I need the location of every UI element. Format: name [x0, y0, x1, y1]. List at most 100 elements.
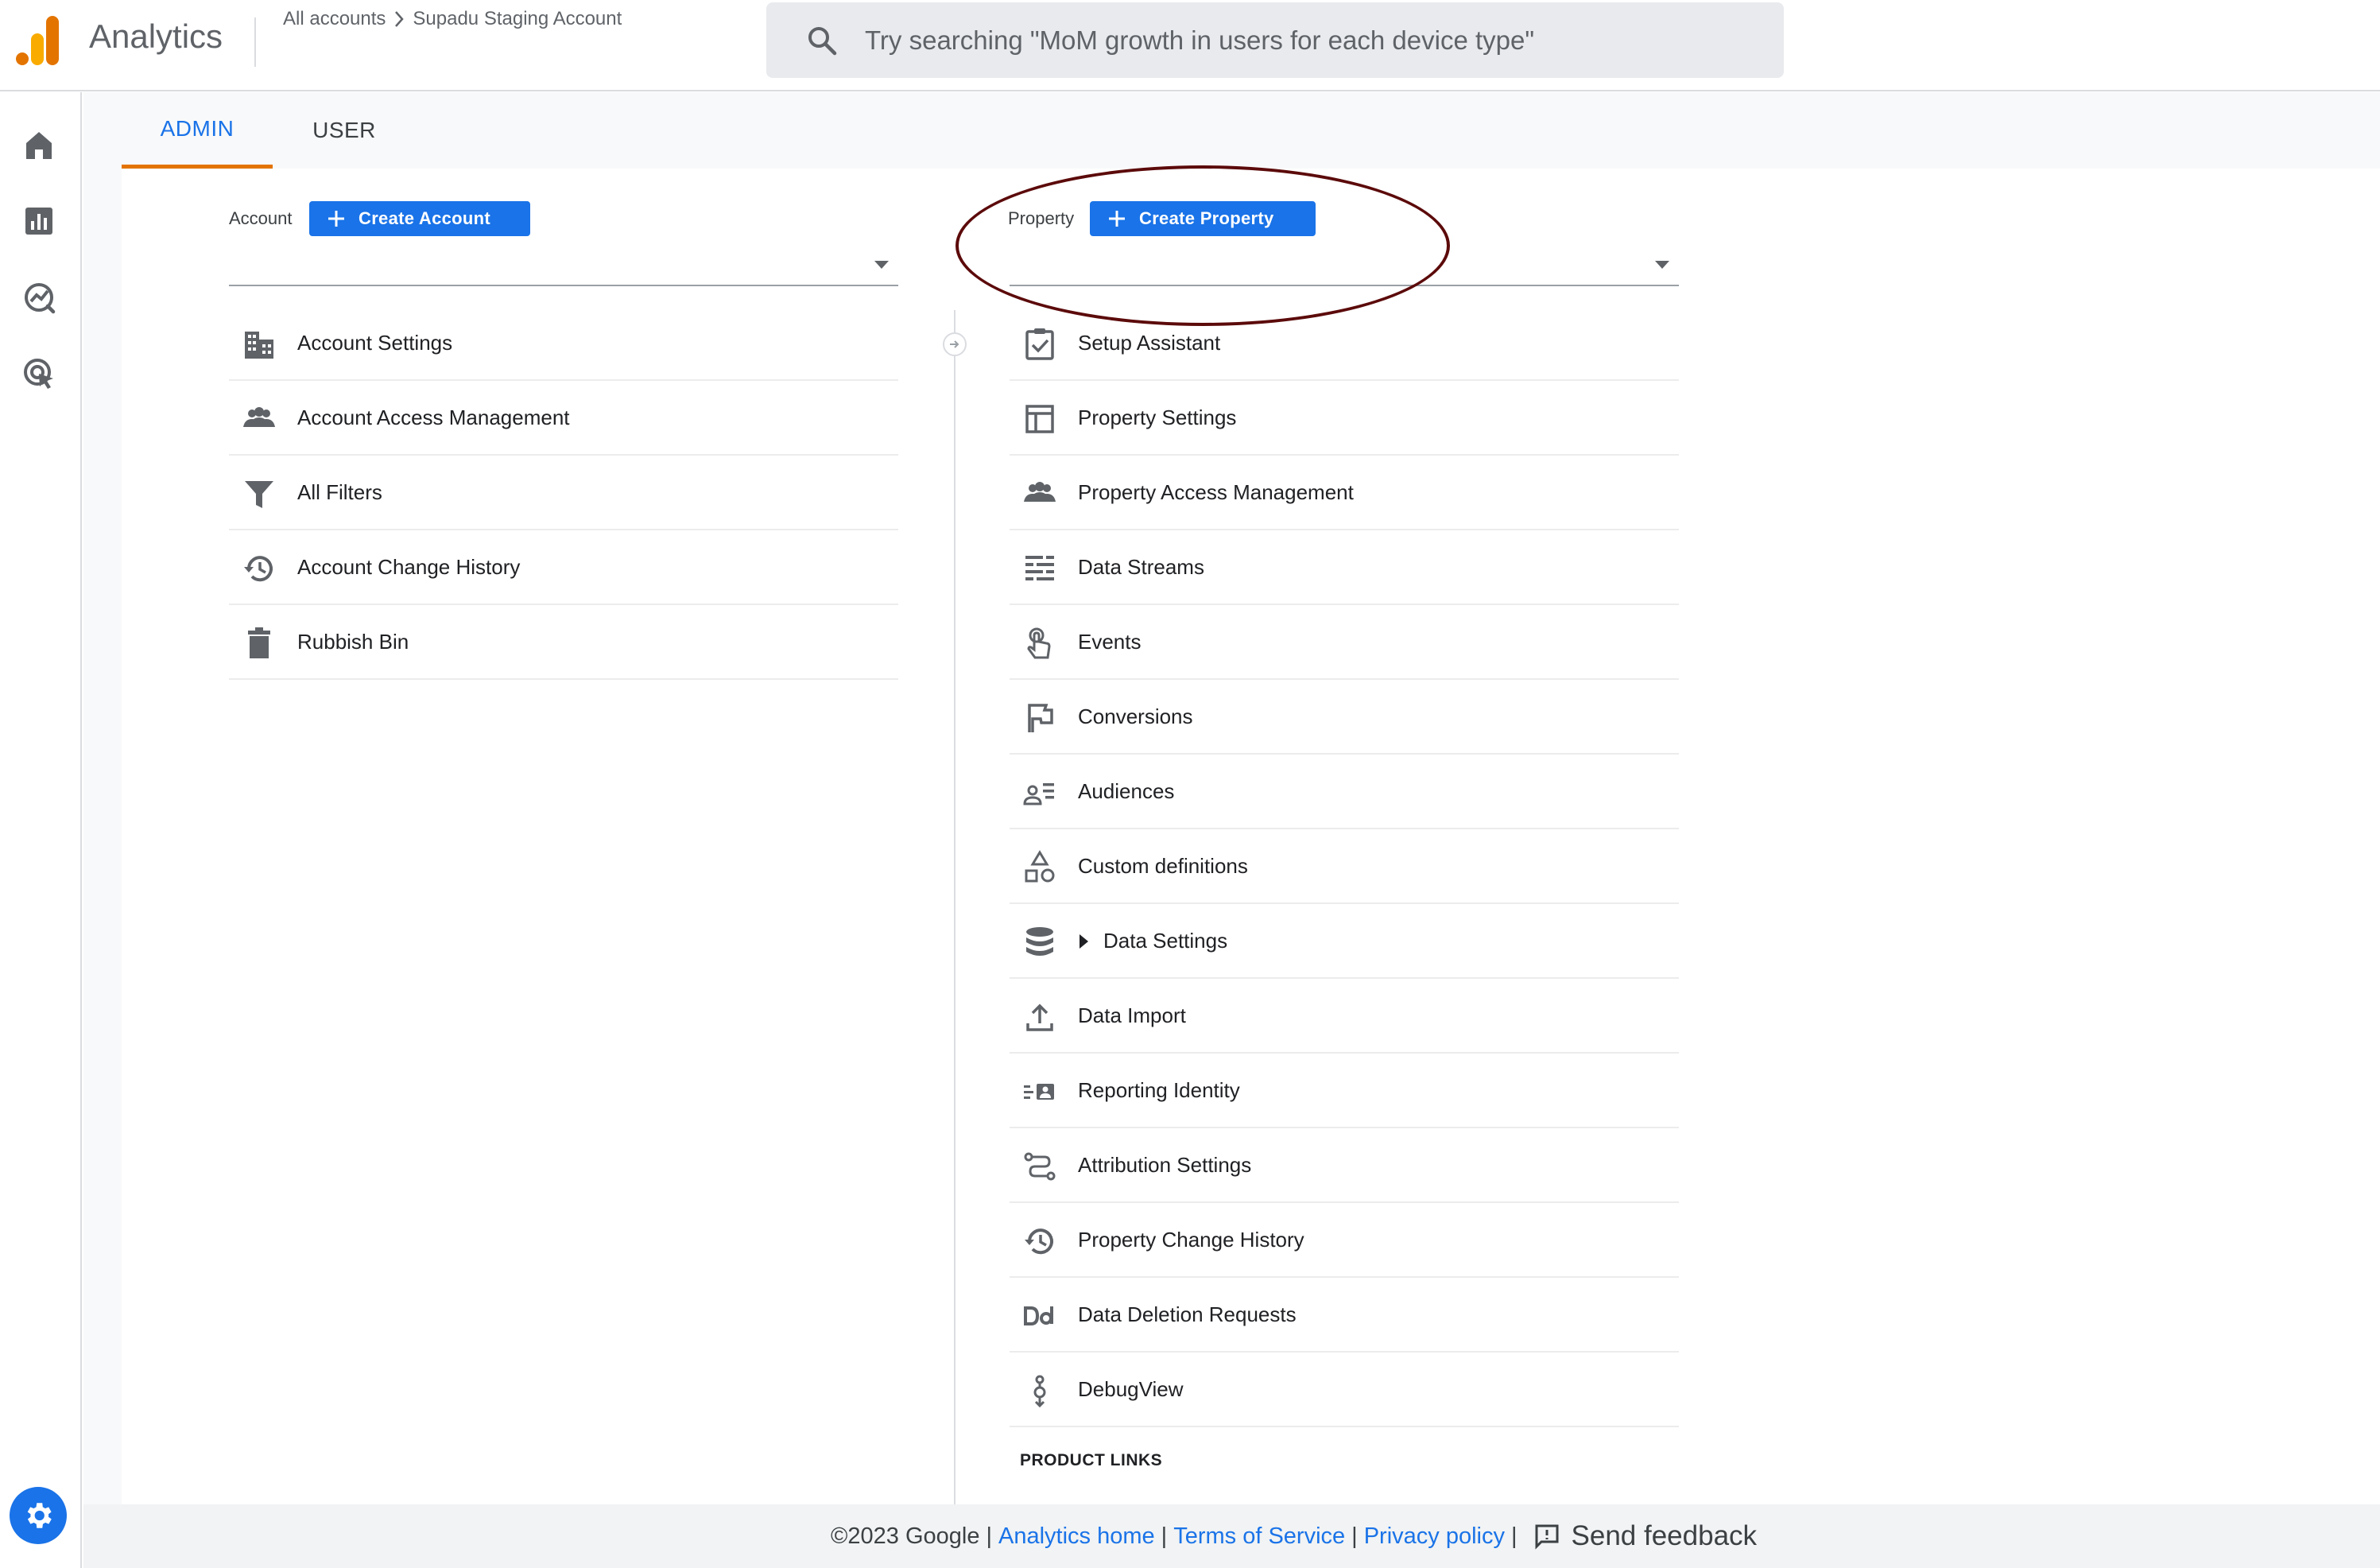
events-item[interactable]: Events — [1010, 605, 1679, 680]
app-title: Analytics — [89, 17, 223, 55]
reporting-identity-item[interactable]: Reporting Identity — [1010, 1054, 1679, 1128]
property-menu: Setup Assistant Property Settings Proper… — [1010, 306, 1679, 1427]
debug-icon — [1033, 1375, 1046, 1408]
history-icon — [1025, 1228, 1053, 1255]
debugview-item[interactable]: DebugView — [1010, 1353, 1679, 1427]
menu-item-label: DebugView — [1078, 1376, 1184, 1401]
footer-links: ©2023 Google | Analytics home | Terms of… — [831, 1520, 1757, 1552]
tabs-bar: ADMIN USER — [83, 92, 2380, 169]
identity-icon — [1024, 1084, 1054, 1100]
create-account-button[interactable]: Create Account — [309, 201, 530, 236]
menu-item-label: Data Deletion Requests — [1078, 1302, 1297, 1326]
menu-item-label: Property Change History — [1078, 1227, 1304, 1252]
account-selector[interactable] — [229, 248, 898, 286]
terms-of-service-link[interactable]: Terms of Service — [1173, 1523, 1345, 1550]
checklist-icon — [1025, 328, 1054, 360]
menu-item-label: All Filters — [297, 479, 382, 504]
data-streams-item[interactable]: Data Streams — [1010, 530, 1679, 605]
column-separator — [954, 310, 955, 1504]
filter-icon — [245, 481, 273, 508]
audience-icon — [1023, 783, 1054, 805]
people-icon — [243, 407, 275, 427]
account-change-history-item[interactable]: Account Change History — [229, 530, 898, 605]
menu-item-label: Property Access Management — [1078, 479, 1354, 504]
admin-settings-button[interactable] — [10, 1487, 67, 1544]
data-import-item[interactable]: Data Import — [1010, 979, 1679, 1054]
account-access-management-item[interactable]: Account Access Management — [229, 381, 898, 456]
shapes-icon — [1025, 850, 1055, 883]
privacy-policy-link[interactable]: Privacy policy — [1364, 1523, 1505, 1550]
property-change-history-item[interactable]: Property Change History — [1010, 1203, 1679, 1278]
data-deletion-requests-item[interactable]: Data Deletion Requests — [1010, 1278, 1679, 1353]
upload-icon — [1026, 1003, 1053, 1031]
menu-item-label: Conversions — [1078, 704, 1193, 728]
top-header: Analytics All accounts Supadu Staging Ac… — [0, 0, 2380, 91]
menu-item-label: Events — [1078, 629, 1142, 654]
data-settings-item[interactable]: Data Settings — [1010, 904, 1679, 979]
advertising-icon[interactable] — [21, 356, 56, 391]
menu-item-label: Reporting Identity — [1078, 1077, 1240, 1102]
expand-arrow-button[interactable] — [943, 332, 967, 356]
property-settings-item[interactable]: Property Settings — [1010, 381, 1679, 456]
header-divider — [254, 17, 256, 67]
feedback-icon — [1535, 1524, 1559, 1550]
plus-icon — [328, 211, 344, 227]
home-icon[interactable] — [21, 127, 56, 162]
left-nav — [0, 92, 82, 1568]
tab-user[interactable]: USER — [273, 92, 416, 169]
conversions-item[interactable]: Conversions — [1010, 680, 1679, 755]
caret-down-icon — [1655, 261, 1669, 269]
search-box[interactable] — [766, 2, 1784, 78]
property-access-management-item[interactable]: Property Access Management — [1010, 456, 1679, 530]
touch-icon — [1027, 627, 1051, 659]
streams-icon — [1025, 556, 1054, 580]
analytics-home-link[interactable]: Analytics home — [998, 1523, 1155, 1550]
arrow-right-icon — [950, 340, 959, 348]
reports-icon[interactable] — [21, 204, 56, 239]
footer-separator: | — [986, 1523, 992, 1549]
left-gutter — [83, 169, 122, 1504]
menu-item-label: Account Settings — [297, 330, 453, 355]
search-input[interactable] — [865, 17, 1755, 64]
layout-icon — [1025, 405, 1054, 433]
flag-icon — [1028, 704, 1053, 732]
annotation-ellipse — [955, 165, 1450, 326]
footer-separator: | — [1161, 1523, 1168, 1549]
building-icon — [245, 332, 273, 359]
menu-item-label: Data Import — [1078, 1003, 1186, 1027]
menu-item-label: Property Settings — [1078, 405, 1237, 429]
breadcrumb-current[interactable]: Supadu Staging Account — [413, 8, 622, 30]
explore-icon[interactable] — [21, 280, 56, 315]
tab-admin[interactable]: ADMIN — [122, 92, 273, 169]
search-icon — [808, 27, 837, 56]
attribution-settings-item[interactable]: Attribution Settings — [1010, 1128, 1679, 1203]
history-icon — [244, 556, 273, 582]
menu-item-label: Account Change History — [297, 554, 521, 579]
menu-item-label: Data Settings — [1103, 928, 1228, 953]
account-settings-item[interactable]: Account Settings — [229, 306, 898, 381]
account-label: Account — [229, 208, 293, 228]
menu-item-label: Attribution Settings — [1078, 1152, 1252, 1177]
all-filters-item[interactable]: All Filters — [229, 456, 898, 530]
custom-definitions-item[interactable]: Custom definitions — [1010, 829, 1679, 904]
people-icon — [1024, 482, 1056, 502]
footer-separator: | — [1510, 1523, 1518, 1549]
breadcrumb-root[interactable]: All accounts — [283, 8, 386, 30]
gear-icon — [27, 1503, 52, 1528]
menu-item-label: Data Streams — [1078, 554, 1204, 579]
expand-triangle-icon[interactable] — [1080, 934, 1088, 949]
menu-item-label: Setup Assistant — [1078, 330, 1221, 355]
menu-item-label: Rubbish Bin — [297, 629, 409, 654]
menu-item-label: Audiences — [1078, 778, 1175, 803]
rubbish-bin-item[interactable]: Rubbish Bin — [229, 605, 898, 680]
account-menu: Account Settings Account Access Manageme… — [229, 306, 898, 680]
footer-separator: | — [1351, 1523, 1358, 1549]
breadcrumb[interactable]: All accounts Supadu Staging Account — [283, 8, 622, 30]
send-feedback-button[interactable]: Send feedback — [1533, 1520, 1757, 1552]
audiences-item[interactable]: Audiences — [1010, 755, 1679, 829]
create-account-label: Create Account — [359, 208, 490, 228]
analytics-logo-icon[interactable] — [16, 14, 62, 67]
attribution-icon — [1024, 1152, 1056, 1181]
chevron-right-icon — [395, 11, 405, 27]
database-icon — [1026, 927, 1053, 956]
